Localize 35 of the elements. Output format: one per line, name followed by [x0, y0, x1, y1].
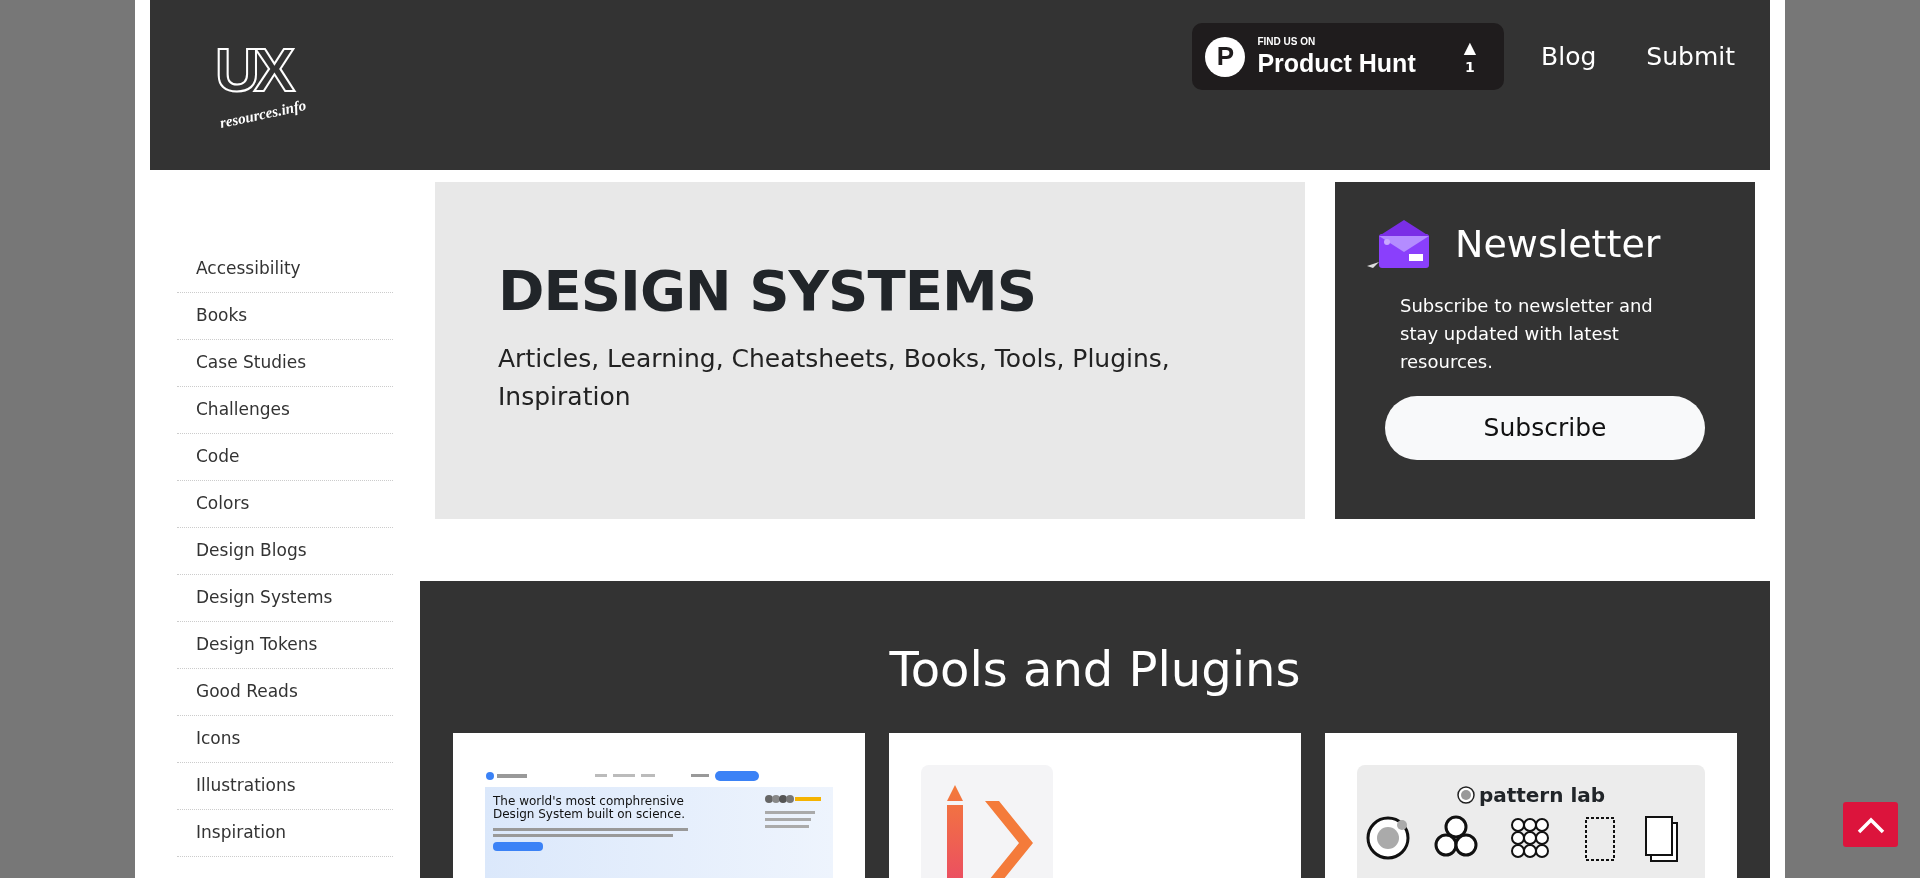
sidebar-link[interactable]: Code: [177, 434, 393, 481]
nav-link[interactable]: Submit: [1646, 37, 1735, 76]
tool-card[interactable]: [889, 732, 1301, 878]
tool-card[interactable]: The world's most comphrensive Design System built on science.: [453, 732, 865, 878]
logo-mark[interactable]: UX: [215, 45, 307, 95]
section-title: Tools and Plugins: [888, 641, 1302, 699]
product-hunt-logo: P: [1205, 36, 1246, 77]
sidebar-link[interactable]: Colors: [177, 481, 393, 528]
sidebar-link[interactable]: Accessibility: [177, 246, 393, 293]
sidebar-link[interactable]: Design Systems: [177, 575, 393, 622]
newsletter-title: Newsletter: [1455, 222, 1661, 268]
sidebar-link[interactable]: Design Blogs: [177, 528, 393, 575]
sidebar-link[interactable]: Icons: [177, 716, 393, 763]
subscribe-button[interactable]: Subscribe: [1385, 395, 1705, 460]
vote-count: 1: [1465, 59, 1475, 74]
sidebar-link[interactable]: Inspiration: [177, 810, 393, 857]
tool-card[interactable]: pattern lab: [1325, 732, 1737, 878]
atom-logo-icon: [1456, 785, 1475, 804]
page-title: DESIGN SYSTEMS: [498, 257, 1037, 325]
upvote-arrow: ▲: [1463, 39, 1477, 56]
back-to-top-button[interactable]: [1843, 802, 1898, 847]
screenshot-headline: The world's most comphrensive Design System built on science.: [493, 794, 686, 823]
sidebar-link[interactable]: Good Reads: [177, 669, 393, 716]
sidebar-link[interactable]: Books: [177, 293, 393, 340]
product-hunt-badge[interactable]: P FIND US ON Product Hunt ▲ 1: [1192, 23, 1505, 90]
sidebar-link[interactable]: Challenges: [177, 387, 393, 434]
page-subtitle: Articles, Learning, Cheatsheets, Books, Tools, Plugins, Inspiration: [498, 343, 1171, 413]
nav-link[interactable]: Blog: [1541, 37, 1597, 76]
badge-caption: FIND US ON: [1257, 37, 1317, 47]
newsletter-text: Subscribe to newsletter and stay updated with latest resources.: [1399, 294, 1654, 374]
sidebar-link[interactable]: Design Tokens: [177, 622, 393, 669]
sidebar-link[interactable]: Case Studies: [177, 340, 393, 387]
badge-name: Product Hunt: [1257, 51, 1416, 76]
pattern-lab-name: pattern lab: [1478, 784, 1606, 805]
sidebar-link[interactable]: Illustrations: [177, 763, 393, 810]
